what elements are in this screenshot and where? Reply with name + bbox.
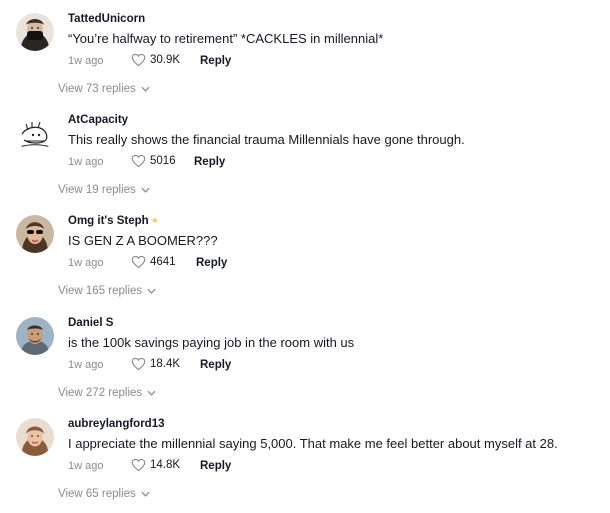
like-count: 30.9K xyxy=(150,54,181,66)
chevron-down-icon xyxy=(147,288,156,294)
view-replies-label: View 272 replies xyxy=(58,387,143,399)
heart-icon xyxy=(131,255,146,269)
view-replies-label: View 73 replies xyxy=(58,83,136,95)
like-button[interactable]: 30.9K xyxy=(131,53,180,67)
like-count: 14.8K xyxy=(150,459,181,471)
avatar[interactable] xyxy=(16,114,54,152)
like-button[interactable]: 5016 xyxy=(131,154,176,168)
view-replies-label: View 165 replies xyxy=(58,285,143,297)
comment-item: Daniel S is the 100k savings paying job … xyxy=(0,304,610,405)
avatar-woman-sunglasses-icon xyxy=(16,215,54,253)
avatar[interactable] xyxy=(16,215,54,253)
avatar[interactable] xyxy=(16,418,54,456)
reply-button[interactable]: Reply xyxy=(196,257,227,269)
view-replies-button[interactable]: View 272 replies xyxy=(58,387,156,399)
comment-text: “You’re halfway to retirement” *CACKLES … xyxy=(68,31,384,46)
comment-item: TattedUnicorn “You’re halfway to retirem… xyxy=(0,0,610,101)
comment-text: is the 100k savings paying job in the ro… xyxy=(68,335,355,350)
username[interactable]: Omg it's Steph ✦ xyxy=(68,215,159,227)
sparkle-icon: ✦ xyxy=(150,216,160,227)
avatar-woman-icon xyxy=(16,418,54,456)
chevron-down-icon xyxy=(141,187,150,193)
like-button[interactable]: 4641 xyxy=(131,255,176,269)
view-replies-button[interactable]: View 165 replies xyxy=(58,285,156,297)
comment-text: I appreciate the millennial saying 5,000… xyxy=(68,436,558,451)
comment-text: IS GEN Z A BOOMER??? xyxy=(68,233,218,248)
timestamp: 1w ago xyxy=(68,460,104,472)
like-button[interactable]: 18.4K xyxy=(131,357,180,371)
username[interactable]: Daniel S xyxy=(68,317,113,329)
timestamp: 1w ago xyxy=(68,359,104,371)
avatar[interactable] xyxy=(16,317,54,355)
timestamp: 1w ago xyxy=(68,156,104,168)
avatar[interactable] xyxy=(16,13,54,51)
avatar-man-icon xyxy=(16,317,54,355)
like-button[interactable]: 14.8K xyxy=(131,458,180,472)
comment-text: This really shows the financial trauma M… xyxy=(68,132,465,147)
comment-item: Omg it's Steph ✦ IS GEN Z A BOOMER??? 1w … xyxy=(0,202,610,303)
username-label: Omg it's Steph xyxy=(68,215,149,227)
avatar-sketch-icon xyxy=(16,114,54,152)
reply-button[interactable]: Reply xyxy=(194,156,225,168)
username[interactable]: TattedUnicorn xyxy=(68,13,145,25)
comment-item: AtCapacity This really shows the financi… xyxy=(0,101,610,202)
reply-button[interactable]: Reply xyxy=(200,460,231,472)
view-replies-button[interactable]: View 65 replies xyxy=(58,488,150,500)
view-replies-label: View 19 replies xyxy=(58,184,136,196)
heart-icon xyxy=(131,458,146,472)
heart-icon xyxy=(131,357,146,371)
timestamp: 1w ago xyxy=(68,257,104,269)
view-replies-button[interactable]: View 73 replies xyxy=(58,83,150,95)
reply-button[interactable]: Reply xyxy=(200,359,231,371)
timestamp: 1w ago xyxy=(68,55,104,67)
avatar-masked-person-icon xyxy=(16,13,54,51)
comment-item: aubreylangford13 I appreciate the millen… xyxy=(0,405,610,506)
like-count: 5016 xyxy=(150,155,176,167)
view-replies-button[interactable]: View 19 replies xyxy=(58,184,150,196)
chevron-down-icon xyxy=(147,390,156,396)
heart-icon xyxy=(131,53,146,67)
view-replies-label: View 65 replies xyxy=(58,488,136,500)
username[interactable]: AtCapacity xyxy=(68,114,128,126)
username[interactable]: aubreylangford13 xyxy=(68,418,165,430)
like-count: 4641 xyxy=(150,256,176,268)
heart-icon xyxy=(131,154,146,168)
chevron-down-icon xyxy=(141,86,150,92)
like-count: 18.4K xyxy=(150,358,181,370)
chevron-down-icon xyxy=(141,491,150,497)
reply-button[interactable]: Reply xyxy=(200,55,231,67)
